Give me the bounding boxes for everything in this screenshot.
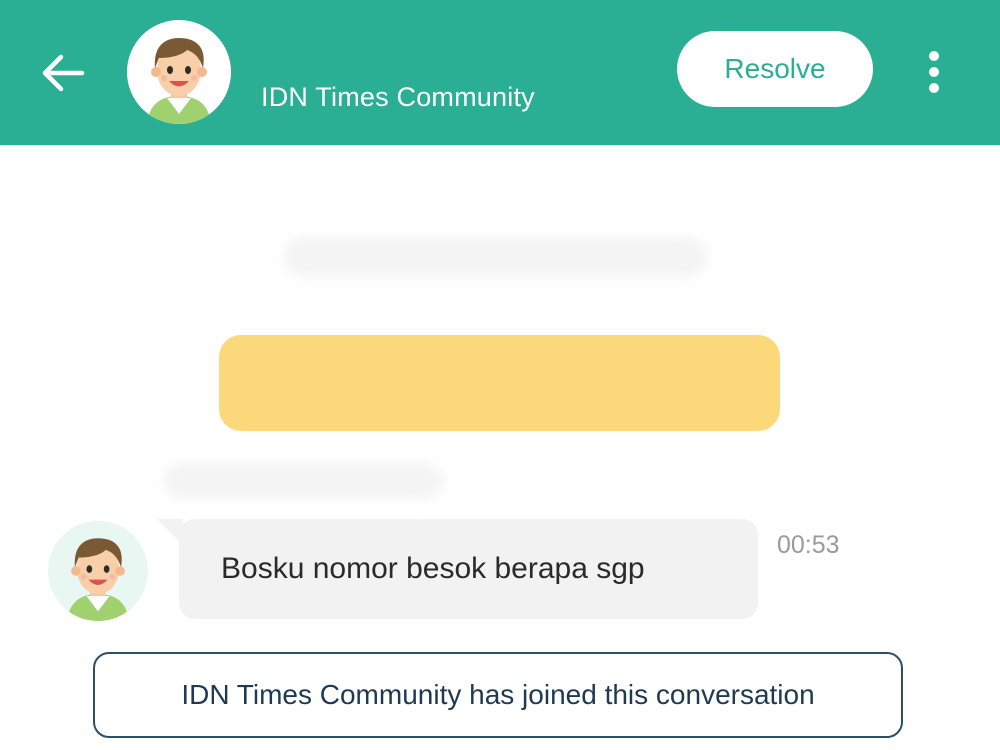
message-list[interactable]: Bosku nomor besok berapa sgp 00:53 IDN T… (0, 145, 1000, 750)
chat-header: IDN Times Community Resolve (0, 0, 1000, 145)
blurred-date-line (283, 237, 708, 277)
arrow-left-icon (42, 54, 85, 92)
user-avatar-icon (48, 521, 148, 621)
vertical-dots-icon (929, 51, 939, 93)
highlighted-notice-banner (219, 335, 780, 431)
back-button[interactable] (36, 48, 90, 98)
message-text: Bosku nomor besok berapa sgp (221, 552, 645, 585)
blurred-sender-name (163, 463, 443, 499)
contact-avatar[interactable] (127, 20, 231, 124)
sender-avatar[interactable] (48, 521, 148, 621)
conversation-title: IDN Times Community (261, 82, 535, 112)
more-options-button[interactable] (916, 48, 952, 96)
user-avatar-icon (127, 20, 231, 124)
system-join-notice: IDN Times Community has joined this conv… (93, 652, 903, 738)
resolve-button[interactable]: Resolve (677, 31, 873, 107)
message-timestamp: 00:53 (777, 531, 840, 559)
chat-screen: IDN Times Community Resolve Bosku nomor … (0, 0, 1000, 750)
